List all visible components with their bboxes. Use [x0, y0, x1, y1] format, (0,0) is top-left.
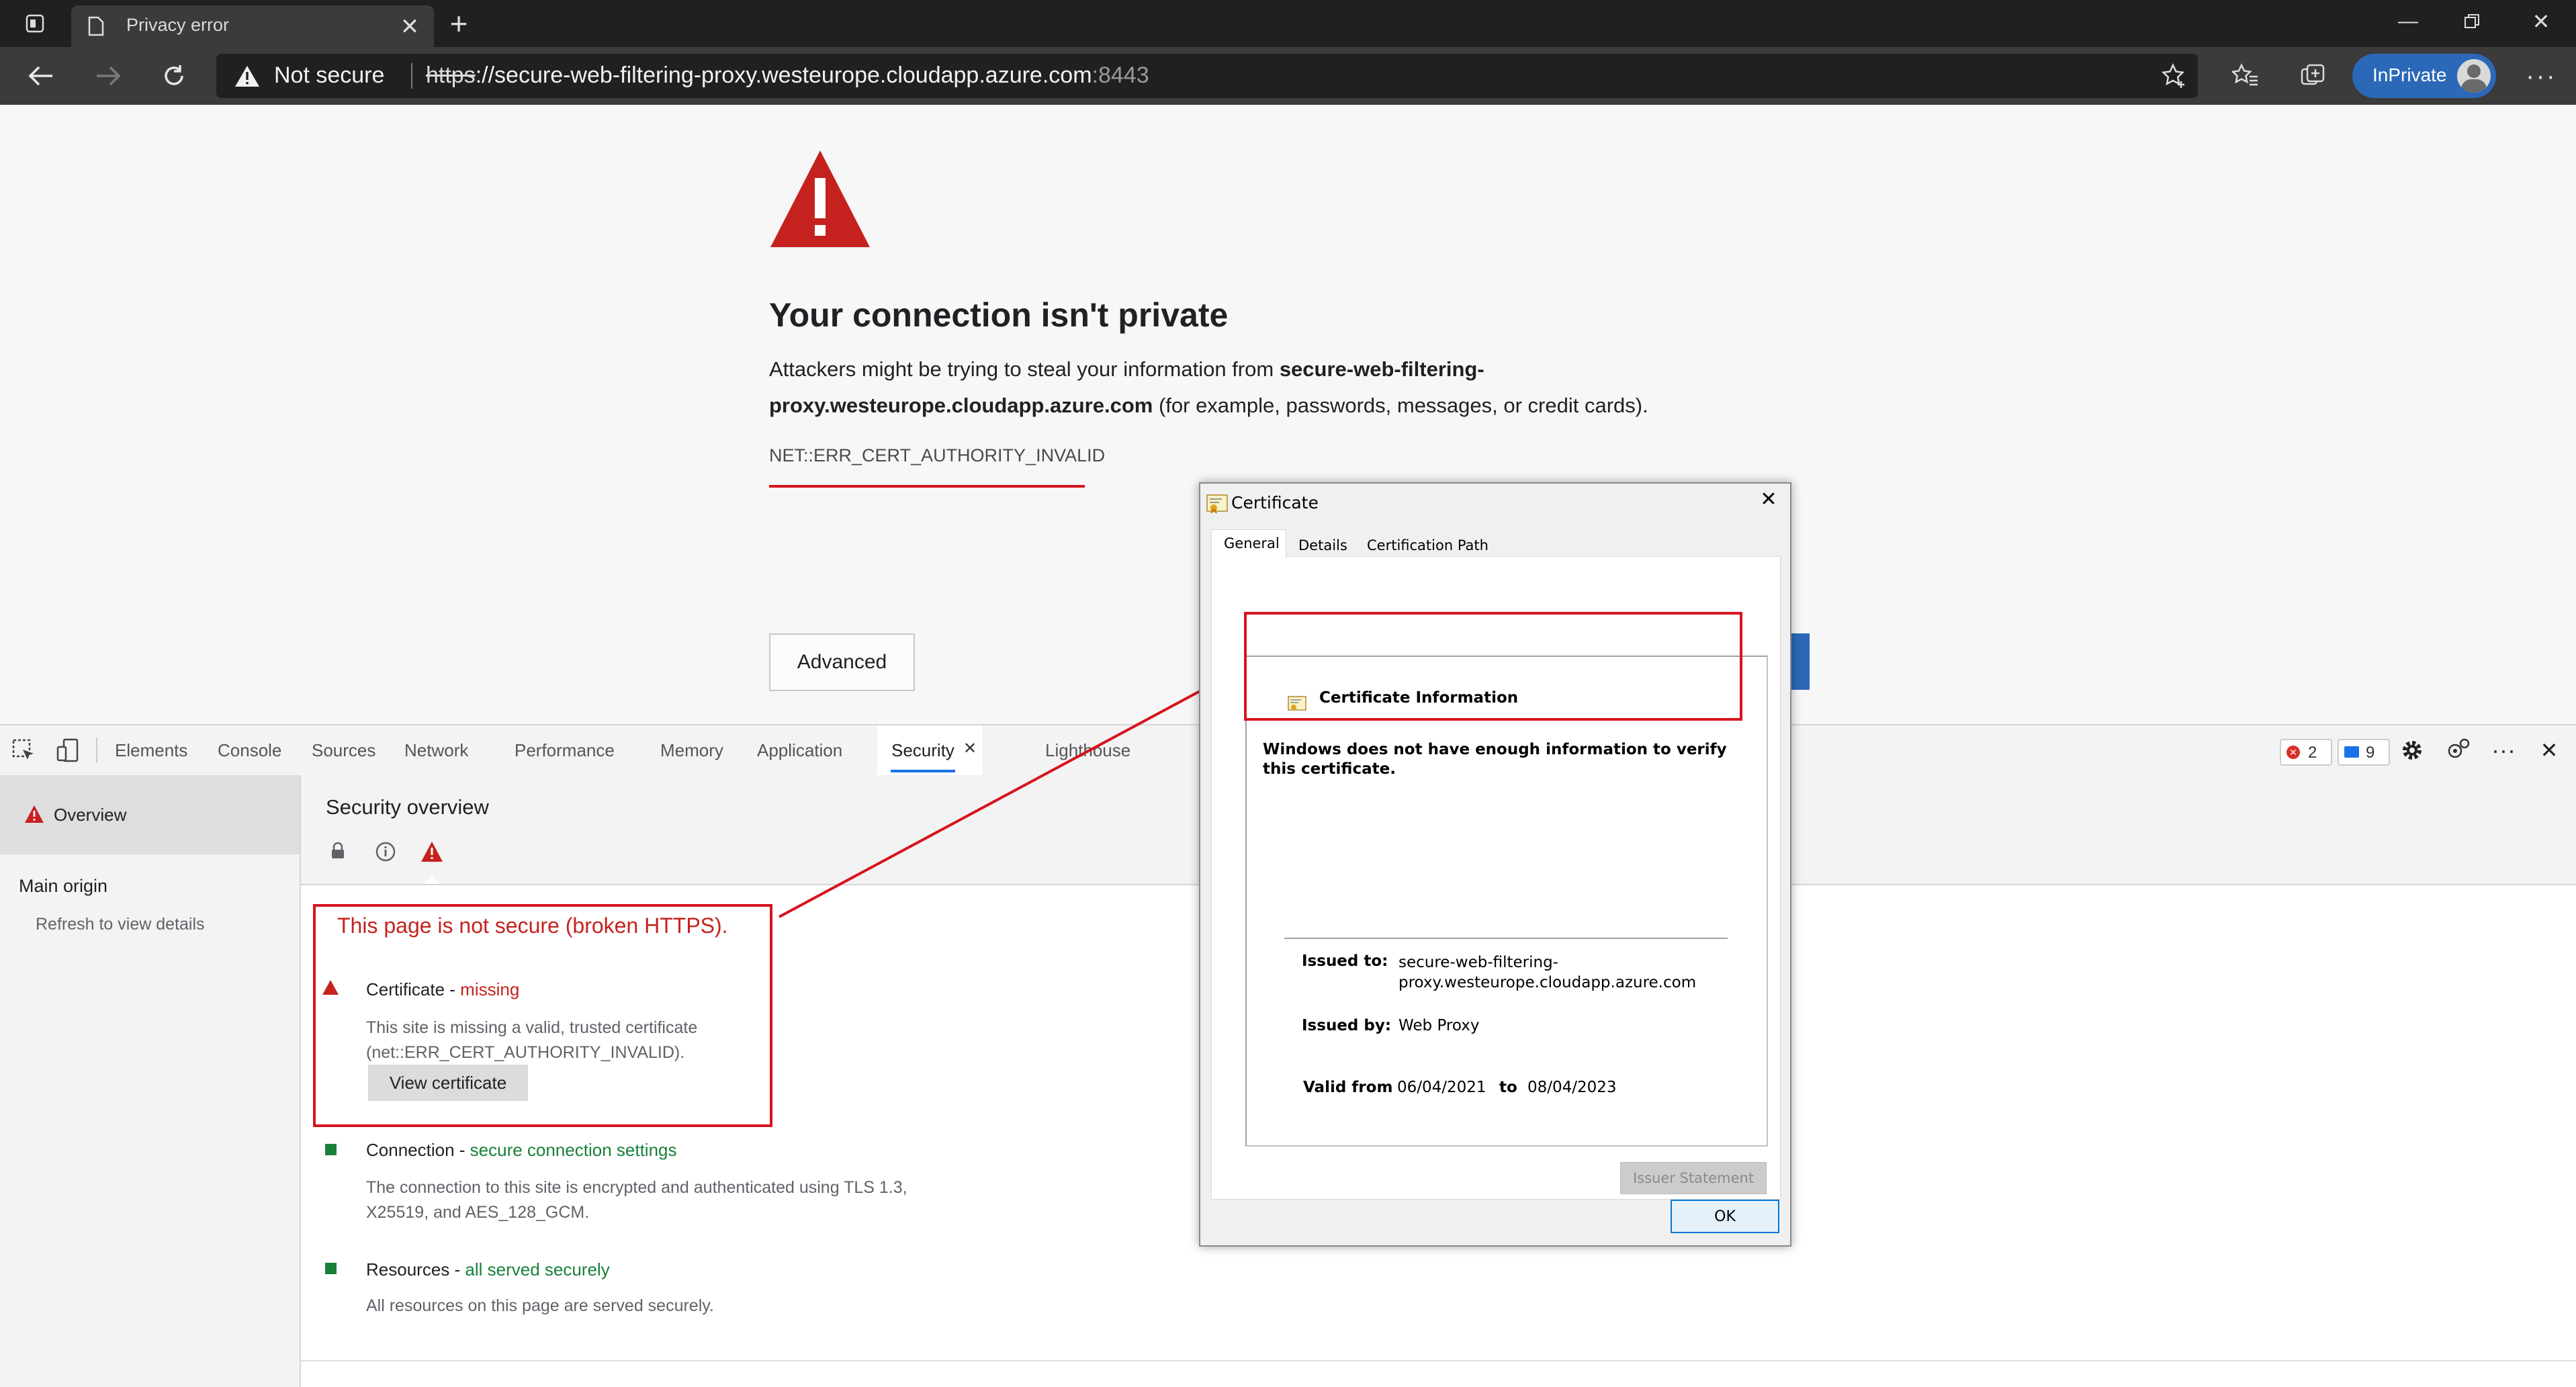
ok-button[interactable]: OK: [1671, 1200, 1779, 1233]
valid-to-value: 08/04/2023: [1527, 1079, 1617, 1096]
certificate-dialog: Certificate ✕ General Details Certificat…: [1199, 482, 1791, 1247]
tab-details[interactable]: Details: [1298, 537, 1347, 553]
certificate-info-area: Certificate Information Windows does not…: [1245, 656, 1768, 1147]
issued-divider: [1284, 938, 1728, 939]
issued-to-label: Issued to:: [1302, 952, 1388, 970]
issued-by-value: Web Proxy: [1398, 1017, 1480, 1034]
certificate-warning-text: Windows does not have enough information…: [1263, 741, 1727, 778]
tab-general[interactable]: General: [1211, 529, 1286, 558]
certificate-dialog-icon: [1206, 493, 1229, 514]
tab-certification-path[interactable]: Certification Path: [1367, 537, 1489, 553]
valid-from-value: 06/04/2021: [1397, 1079, 1486, 1096]
issued-to-value: secure-web-filtering- proxy.westeurope.c…: [1398, 954, 1697, 991]
valid-to-label: to: [1499, 1079, 1517, 1096]
annotation-box-certificate: [1244, 612, 1742, 721]
issued-by-label: Issued by:: [1302, 1017, 1392, 1034]
certificate-close-icon[interactable]: ✕: [1755, 488, 1782, 514]
certificate-dialog-title: Certificate: [1231, 493, 1319, 512]
valid-from-label: Valid from: [1303, 1079, 1393, 1096]
issuer-statement-button: Issuer Statement: [1620, 1162, 1767, 1194]
